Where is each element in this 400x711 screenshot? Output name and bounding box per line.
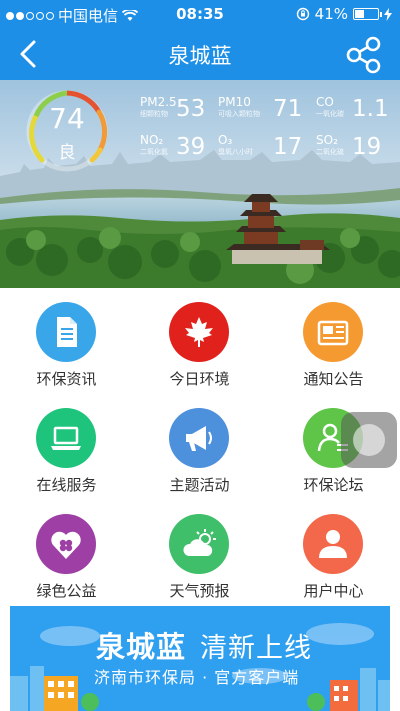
megaphone-badge (169, 408, 229, 468)
pollutant-name: SO₂ (316, 133, 338, 147)
pollutant-name: PM2.5 (140, 95, 177, 109)
pollutant-value: 17 (273, 134, 303, 160)
pollutant-desc: 可吸入颗粒物 (218, 110, 260, 118)
assistive-touch-button[interactable] (341, 412, 397, 468)
clover-heart-badge (36, 514, 96, 574)
page-title: 泉城蓝 (168, 44, 232, 68)
weather-sun-cloud-badge (169, 514, 229, 574)
menu-item-label: 绿色公益 (36, 582, 97, 600)
maple-leaf-icon (185, 317, 213, 347)
share-icon (346, 36, 381, 74)
menu-item-green-charity[interactable]: 绿色公益 (0, 500, 133, 606)
megaphone-icon (186, 426, 212, 451)
menu-grid: 环保资讯 今日环境 通知公告 在线服务 主题活动 环保论坛 绿色公益 天气预报 … (0, 288, 400, 606)
pollutant-desc: 细颗粒物 (140, 110, 168, 118)
pollutant-value: 19 (352, 134, 382, 160)
battery-percent: 41% (314, 5, 348, 23)
newspaper-icon (317, 320, 349, 346)
pollutant-name: PM10 (218, 95, 251, 109)
promo-banner[interactable]: 泉城蓝 清新上线 济南市环保局 · 官方客户端 (10, 606, 390, 711)
laptop-badge (36, 408, 96, 468)
menu-item-label: 今日环境 (169, 370, 230, 388)
pollutant-desc: 二氧化氮 (140, 148, 168, 156)
pollutant-value: 53 (176, 96, 206, 122)
clover-heart-icon (51, 531, 81, 559)
air-quality-panel: 74 良 PM2.5 细颗粒物 53 PM10 可吸入颗粒物 71 CO 一氧化… (0, 80, 400, 288)
menu-item-label: 用户中心 (303, 582, 364, 600)
menu-item-online-service[interactable]: 在线服务 (0, 394, 133, 500)
menu-item-label: 环保资讯 (36, 370, 97, 388)
menu-item-user-center[interactable]: 用户中心 (267, 500, 400, 606)
assistive-touch-icon (353, 424, 385, 456)
menu-item-label: 环保论坛 (303, 476, 364, 494)
pollutant-value: 1.1 (352, 96, 389, 122)
aqi-gauge: 74 良 (24, 88, 110, 174)
pollutant-desc: 臭氧八小时 (218, 148, 253, 156)
maple-leaf-badge (169, 302, 229, 362)
pollutant-desc: 一氧化碳 (316, 110, 344, 118)
pollutant-desc: 二氧化硫 (316, 148, 344, 156)
banner-subtitle: 济南市环保局 · 官方客户端 (94, 668, 300, 687)
nav-bar: 泉城蓝 (0, 28, 400, 80)
menu-item-news[interactable]: 环保资讯 (0, 288, 133, 394)
pollutant-value: 71 (273, 96, 303, 122)
user-icon (319, 530, 347, 558)
aqi-value: 74 (49, 102, 85, 135)
laptop-icon (51, 426, 81, 450)
pollutant-name: NO₂ (140, 133, 164, 147)
menu-item-label: 天气预报 (169, 582, 230, 600)
menu-item-today-environment[interactable]: 今日环境 (133, 288, 266, 394)
rotation-lock-icon (296, 7, 309, 21)
document-icon (57, 317, 77, 347)
user-badge (303, 514, 363, 574)
charging-icon (384, 7, 392, 21)
banner-brand: 泉城蓝 (96, 630, 187, 664)
aqi-level: 良 (58, 143, 76, 163)
pollutant-value: 39 (176, 134, 206, 160)
battery-icon (353, 8, 382, 20)
pollutant-name: O₃ (218, 133, 233, 147)
pollutant-name: CO (316, 95, 334, 109)
menu-item-themed-events[interactable]: 主题活动 (133, 394, 266, 500)
document-badge (36, 302, 96, 362)
menu-item-notices[interactable]: 通知公告 (267, 288, 400, 394)
weather-sun-cloud-icon (183, 529, 216, 556)
menu-item-weather[interactable]: 天气预报 (133, 500, 266, 606)
newspaper-badge (303, 302, 363, 362)
banner-tagline: 清新上线 (200, 633, 312, 664)
menu-item-label: 通知公告 (303, 370, 364, 388)
share-button[interactable] (344, 35, 384, 75)
menu-item-label: 在线服务 (36, 476, 97, 494)
status-bar: 中国电信 08:35 41% (0, 0, 400, 28)
menu-item-label: 主题活动 (169, 476, 230, 494)
